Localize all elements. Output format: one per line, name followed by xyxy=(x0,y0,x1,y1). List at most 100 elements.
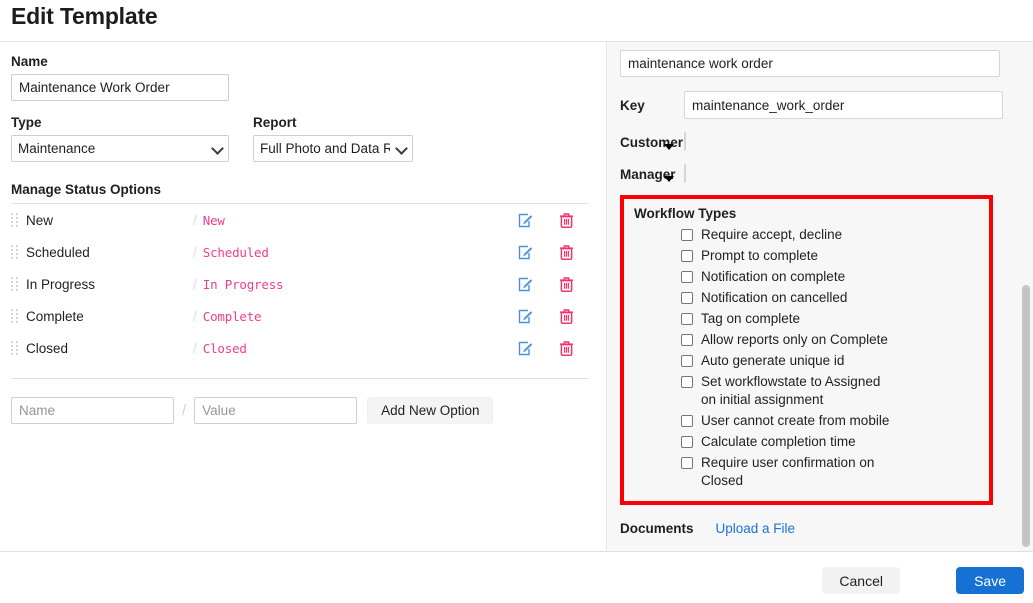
drag-handle-icon[interactable] xyxy=(11,245,19,259)
template-key-name-input[interactable] xyxy=(620,50,1000,77)
manager-label: Manager xyxy=(620,167,684,182)
right-panel-content: Key Customer Manager xyxy=(607,42,1033,536)
workflow-types-box: Workflow Types Require accept, decline Pr… xyxy=(620,195,993,505)
workflow-type-item: Prompt to complete xyxy=(681,247,981,265)
workflow-type-checkbox[interactable] xyxy=(681,292,693,304)
workflow-type-label[interactable]: Tag on complete xyxy=(701,310,800,328)
workflow-type-checkbox[interactable] xyxy=(681,229,693,241)
workflow-type-item: Notification on cancelled xyxy=(681,289,981,307)
workflow-type-label[interactable]: Calculate completion time xyxy=(701,433,856,451)
left-panel: Name Type Maintenance Report xyxy=(0,42,606,551)
customer-select-wrapper xyxy=(684,133,686,151)
documents-row: Documents Upload a File xyxy=(620,521,1003,536)
workflow-type-item: Tag on complete xyxy=(681,310,981,328)
workflow-type-label[interactable]: Set workflowstate to Assigned on initial… xyxy=(652,373,896,409)
page-header: Edit Template xyxy=(0,0,1033,42)
drag-handle-icon[interactable] xyxy=(11,309,19,323)
workflow-type-label[interactable]: Notification on complete xyxy=(701,268,845,286)
customer-label: Customer xyxy=(620,135,684,150)
workflow-type-checkbox[interactable] xyxy=(681,334,693,346)
workflow-types-title: Workflow Types xyxy=(634,206,981,221)
workflow-type-label[interactable]: Require user confirmation on Closed xyxy=(652,454,896,490)
form-body: Name Type Maintenance Report xyxy=(0,42,1033,552)
workflow-type-checkbox[interactable] xyxy=(681,250,693,262)
right-panel-scrollbar[interactable] xyxy=(1022,42,1030,551)
delete-icon[interactable] xyxy=(558,340,575,357)
status-option-row: New/New xyxy=(11,204,589,236)
add-option-divider xyxy=(11,378,589,379)
status-option-value: Closed xyxy=(203,341,517,356)
upload-a-file-link[interactable]: Upload a File xyxy=(716,521,796,536)
triangle-down-icon xyxy=(664,144,674,150)
status-option-separator: / xyxy=(193,341,197,356)
status-option-name: Closed xyxy=(26,341,193,356)
edit-icon[interactable] xyxy=(517,212,534,229)
workflow-type-label[interactable]: Allow reports only on Complete xyxy=(701,331,888,349)
name-input[interactable] xyxy=(11,74,229,101)
workflow-type-checkbox[interactable] xyxy=(681,436,693,448)
edit-icon[interactable] xyxy=(517,244,534,261)
workflow-type-item: User cannot create from mobile xyxy=(681,412,981,430)
cancel-button[interactable]: Cancel xyxy=(822,567,900,594)
status-option-row: In Progress/In Progress xyxy=(11,268,589,300)
status-option-actions xyxy=(517,212,589,229)
delete-icon[interactable] xyxy=(558,308,575,325)
status-option-separator: / xyxy=(193,245,197,260)
drag-handle-icon[interactable] xyxy=(11,213,19,227)
status-option-name: In Progress xyxy=(26,277,193,292)
workflow-type-checkbox[interactable] xyxy=(681,313,693,325)
edit-icon[interactable] xyxy=(517,308,534,325)
status-option-separator: / xyxy=(193,277,197,292)
manager-select[interactable] xyxy=(684,164,686,183)
drag-handle-icon[interactable] xyxy=(11,277,19,291)
drag-handle-icon[interactable] xyxy=(11,341,19,355)
delete-icon[interactable] xyxy=(558,276,575,293)
workflow-type-checkbox[interactable] xyxy=(681,415,693,427)
save-button[interactable]: Save xyxy=(956,567,1024,594)
delete-icon[interactable] xyxy=(558,212,575,229)
name-label: Name xyxy=(11,54,594,69)
status-option-name: Scheduled xyxy=(26,245,193,260)
add-option-row: / Add New Option xyxy=(11,397,594,424)
workflow-type-item: Require user confirmation on Closed xyxy=(681,454,981,490)
workflow-type-item: Auto generate unique id xyxy=(681,352,981,370)
workflow-type-label[interactable]: Prompt to complete xyxy=(701,247,818,265)
workflow-type-label[interactable]: User cannot create from mobile xyxy=(701,412,889,430)
workflow-type-label[interactable]: Notification on cancelled xyxy=(701,289,847,307)
manage-status-options-title: Manage Status Options xyxy=(11,182,594,197)
type-select[interactable]: Maintenance xyxy=(11,135,229,162)
delete-icon[interactable] xyxy=(558,244,575,261)
add-option-separator: / xyxy=(182,402,186,419)
workflow-type-item: Allow reports only on Complete xyxy=(681,331,981,349)
report-label: Report xyxy=(253,115,413,130)
new-option-value-input[interactable] xyxy=(194,397,357,424)
footer-bar: Cancel Save xyxy=(0,553,1033,603)
status-option-value: Scheduled xyxy=(203,245,517,260)
workflow-type-checkbox[interactable] xyxy=(681,271,693,283)
customer-row: Customer xyxy=(620,133,1003,151)
workflow-type-label[interactable]: Auto generate unique id xyxy=(701,352,844,370)
scrollbar-thumb[interactable] xyxy=(1022,285,1030,547)
status-option-value: Complete xyxy=(203,309,517,324)
status-option-actions xyxy=(517,340,589,357)
status-option-separator: / xyxy=(193,213,197,228)
right-panel: Key Customer Manager xyxy=(606,42,1033,551)
key-row: Key xyxy=(620,91,1003,119)
new-option-name-input[interactable] xyxy=(11,397,174,424)
add-new-option-button[interactable]: Add New Option xyxy=(367,397,493,424)
type-select-wrapper: Maintenance xyxy=(11,135,229,162)
report-select[interactable]: Full Photo and Data R xyxy=(253,135,413,162)
status-option-row: Closed/Closed xyxy=(11,332,589,364)
status-option-actions xyxy=(517,276,589,293)
edit-icon[interactable] xyxy=(517,340,534,357)
type-label: Type xyxy=(11,115,229,130)
key-input[interactable] xyxy=(684,91,1003,119)
customer-select[interactable] xyxy=(684,132,686,151)
triangle-down-icon xyxy=(664,176,674,182)
key-label: Key xyxy=(620,98,684,113)
status-options-list: New/NewScheduled/ScheduledIn Progress/In… xyxy=(11,204,589,364)
edit-template-page: Edit Template Name Type Maintenance Re xyxy=(0,0,1033,603)
workflow-type-label[interactable]: Require accept, decline xyxy=(701,226,842,244)
workflow-type-checkbox[interactable] xyxy=(681,355,693,367)
edit-icon[interactable] xyxy=(517,276,534,293)
